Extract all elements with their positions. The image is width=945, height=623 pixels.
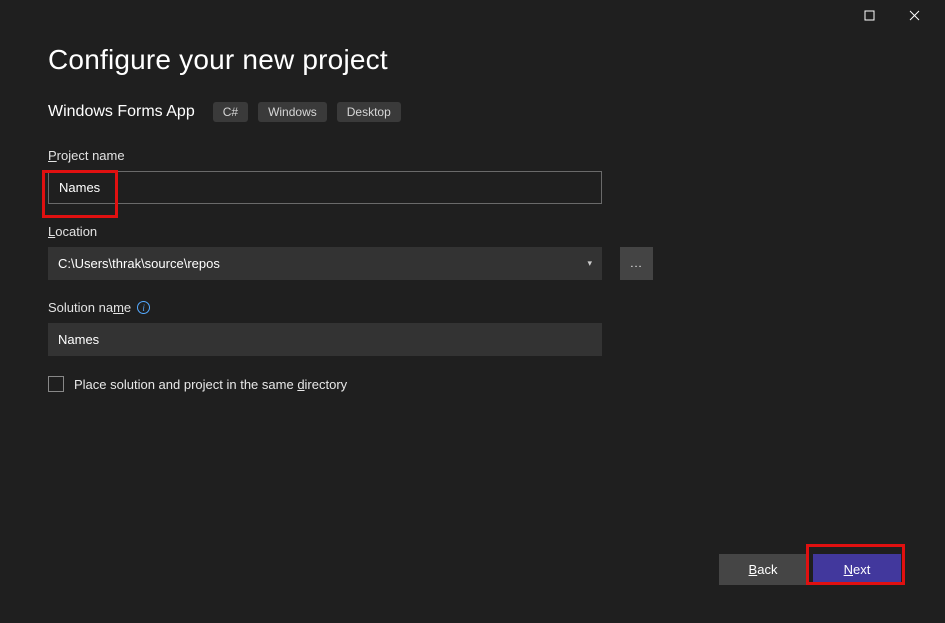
solution-name-input[interactable]: Names <box>48 323 602 356</box>
project-name-group: Project name <box>48 148 897 204</box>
same-directory-checkbox[interactable] <box>48 376 64 392</box>
project-name-input[interactable] <box>48 171 602 204</box>
project-name-label: Project name <box>48 148 897 163</box>
same-directory-row[interactable]: Place solution and project in the same d… <box>48 376 897 392</box>
tag-csharp: C# <box>213 102 248 122</box>
location-label: Location <box>48 224 897 239</box>
main-content: Configure your new project Windows Forms… <box>0 30 945 392</box>
template-name: Windows Forms App <box>48 103 195 121</box>
close-button[interactable] <box>892 0 937 30</box>
solution-name-label: Solution name i <box>48 300 897 315</box>
solution-name-group: Solution name i Names <box>48 300 897 356</box>
page-title: Configure your new project <box>48 44 897 76</box>
same-directory-label: Place solution and project in the same d… <box>74 377 347 392</box>
footer-buttons: Back Next <box>719 554 901 585</box>
info-icon[interactable]: i <box>137 301 150 314</box>
location-dropdown[interactable]: C:\Users\thrak\source\repos ▾ <box>48 247 602 280</box>
titlebar <box>0 0 945 30</box>
browse-button[interactable]: ... <box>620 247 653 280</box>
location-value: C:\Users\thrak\source\repos <box>58 256 220 271</box>
close-icon <box>909 10 920 21</box>
location-group: Location C:\Users\thrak\source\repos ▾ .… <box>48 224 897 280</box>
template-row: Windows Forms App C# Windows Desktop <box>48 102 897 122</box>
tag-windows: Windows <box>258 102 327 122</box>
maximize-button[interactable] <box>847 0 892 30</box>
next-button[interactable]: Next <box>813 554 901 585</box>
back-button[interactable]: Back <box>719 554 807 585</box>
chevron-down-icon: ▾ <box>587 258 592 269</box>
maximize-icon <box>864 10 875 21</box>
tag-desktop: Desktop <box>337 102 401 122</box>
